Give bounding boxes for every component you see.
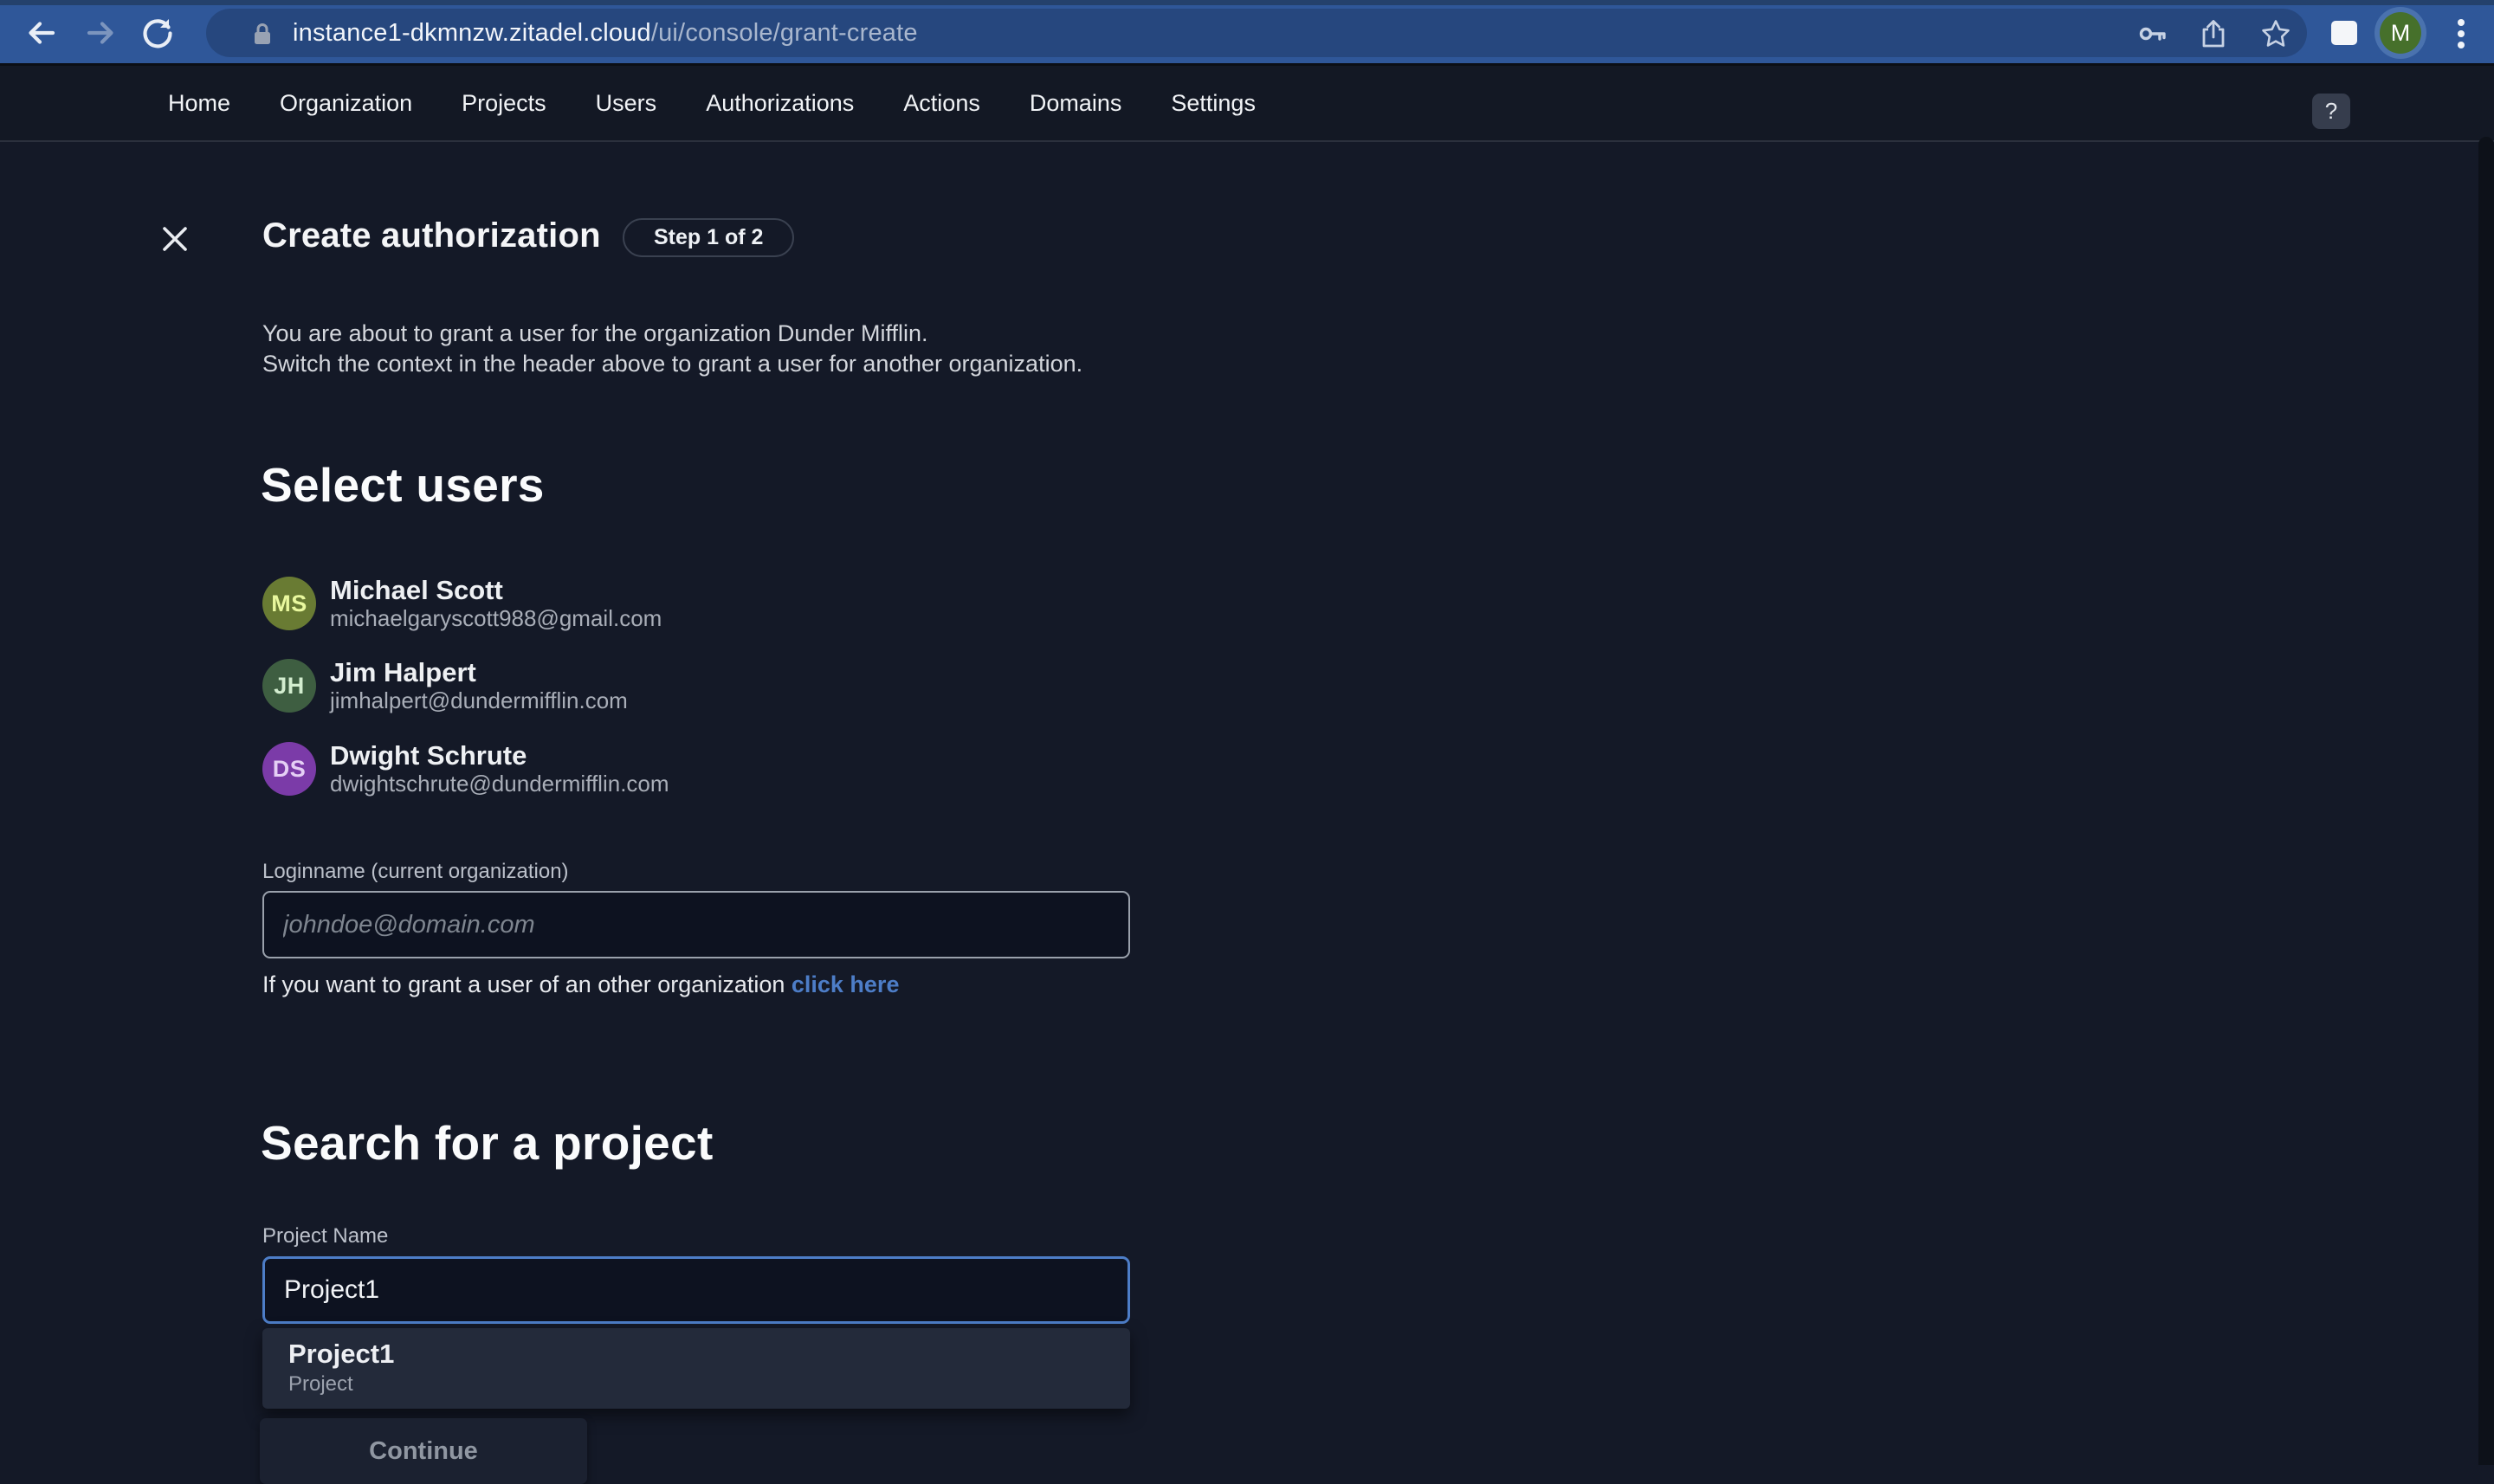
browser-forward-button[interactable]	[83, 16, 118, 50]
url-text: instance1-dkmnzw.zitadel.cloud/ui/consol…	[293, 9, 918, 57]
page-scrollbar[interactable]	[2478, 137, 2494, 1465]
nav-item-domains[interactable]: Domains	[1030, 90, 1122, 117]
side-panel-icon[interactable]	[2331, 21, 2357, 45]
user-name: Michael Scott	[330, 576, 662, 605]
select-users-heading: Select users	[261, 457, 545, 513]
help-button[interactable]: ?	[2312, 94, 2350, 129]
user-avatar: DS	[262, 742, 316, 796]
browser-reload-button[interactable]	[140, 16, 175, 50]
user-row-jim-halpert[interactable]: JH Jim Halpert jimhalpert@dundermifflin.…	[262, 658, 1042, 713]
step-badge: Step 1 of 2	[623, 218, 794, 257]
user-avatar: JH	[262, 659, 316, 713]
browser-toolbar: instance1-dkmnzw.zitadel.cloud/ui/consol…	[0, 0, 2494, 66]
browser-menu-icon[interactable]	[2458, 19, 2466, 48]
intro-text: You are about to grant a user for the or…	[262, 319, 1082, 379]
user-email: jimhalpert@dundermifflin.com	[330, 687, 628, 713]
url-path: /ui/console/grant-create	[651, 19, 918, 48]
address-bar[interactable]: instance1-dkmnzw.zitadel.cloud/ui/consol…	[206, 9, 2307, 57]
nav-item-settings[interactable]: Settings	[1171, 90, 1256, 117]
nav-item-users[interactable]: Users	[596, 90, 657, 117]
continue-button[interactable]: Continue	[260, 1418, 587, 1484]
forward-arrow-icon	[83, 16, 118, 50]
intro-line-1: You are about to grant a user for the or…	[262, 320, 928, 346]
url-host: instance1-dkmnzw.zitadel.cloud	[293, 19, 651, 48]
click-here-link[interactable]: click here	[791, 971, 900, 997]
nav-item-organization[interactable]: Organization	[280, 90, 412, 117]
browser-profile-avatar[interactable]: M	[2380, 12, 2421, 54]
other-org-text: If you want to grant a user of an other …	[262, 971, 791, 997]
nav-item-authorizations[interactable]: Authorizations	[706, 90, 854, 117]
back-arrow-icon	[24, 16, 59, 50]
user-name: Dwight Schrute	[330, 741, 669, 771]
user-email: michaelgaryscott988@gmail.com	[330, 605, 662, 631]
loginname-input[interactable]	[262, 891, 1130, 958]
project-option-project1[interactable]: Project1 Project	[262, 1328, 1130, 1397]
project-name-label: Project Name	[262, 1224, 388, 1248]
bookmark-star-icon[interactable]	[2260, 18, 2291, 49]
browser-back-button[interactable]	[24, 16, 59, 50]
project-autocomplete-panel: Project1 Project	[262, 1328, 1130, 1409]
nav-item-actions[interactable]: Actions	[903, 90, 980, 117]
user-avatar: MS	[262, 577, 316, 630]
user-name: Jim Halpert	[330, 658, 628, 687]
intro-line-2: Switch the context in the header above t…	[262, 351, 1082, 377]
password-key-icon[interactable]	[2137, 18, 2168, 49]
close-button[interactable]	[158, 222, 192, 256]
lock-icon	[249, 21, 275, 47]
user-email: dwightschrute@dundermifflin.com	[330, 771, 669, 797]
user-row-michael-scott[interactable]: MS Michael Scott michaelgaryscott988@gma…	[262, 576, 1042, 631]
project-option-subtitle: Project	[288, 1371, 1130, 1397]
search-project-heading: Search for a project	[261, 1115, 714, 1171]
user-row-dwight-schrute[interactable]: DS Dwight Schrute dwightschrute@dundermi…	[262, 741, 1042, 797]
nav-item-home[interactable]: Home	[168, 90, 230, 117]
loginname-label: Loginname (current organization)	[262, 860, 569, 884]
other-org-note: If you want to grant a user of an other …	[262, 971, 899, 998]
nav-item-projects[interactable]: Projects	[462, 90, 546, 117]
page-title: Create authorization	[262, 216, 601, 255]
app-navbar: Home Organization Projects Users Authori…	[0, 66, 2494, 142]
reload-icon	[140, 16, 175, 50]
project-name-input[interactable]	[262, 1256, 1130, 1324]
project-option-title: Project1	[288, 1337, 1130, 1371]
share-icon[interactable]	[2198, 18, 2229, 49]
